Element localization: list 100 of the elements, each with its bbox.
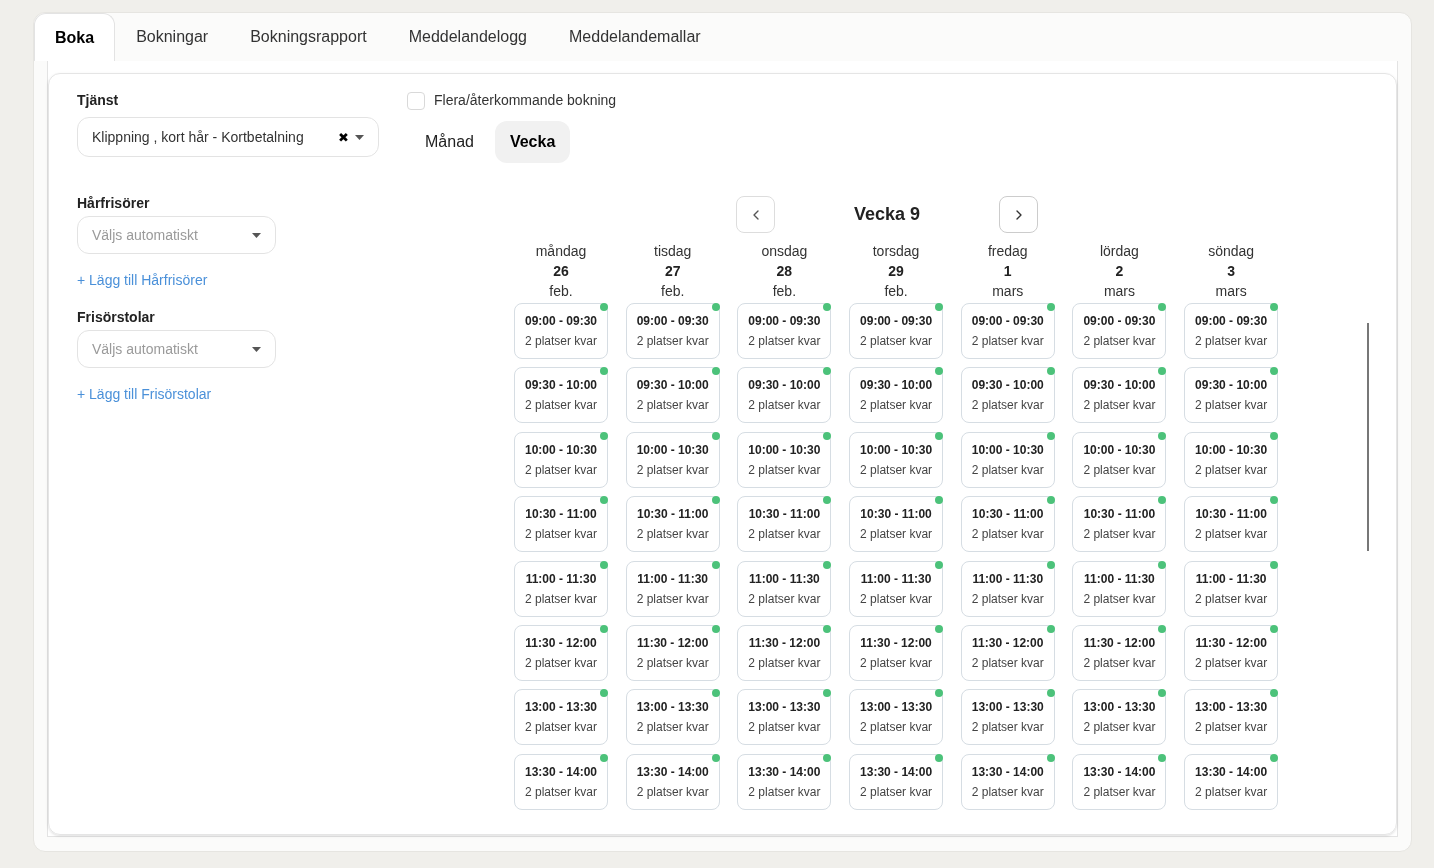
time-slot[interactable]: 09:00 - 09:30 2 platser kvar (960, 303, 1055, 359)
slot-time: 11:00 - 11:30 (749, 570, 820, 588)
slot-time: 09:00 - 09:30 (860, 313, 933, 330)
next-week-button[interactable] (999, 196, 1038, 233)
time-slot[interactable]: 13:30 - 14:00 2 platser kvar (737, 753, 832, 810)
select-value: Klippning , kort hår - Kortbetalning (92, 127, 305, 147)
time-slot[interactable]: 09:30 - 10:00 2 platser kvar (849, 367, 944, 424)
time-slot[interactable]: 09:00 - 09:30 2 platser kvar (514, 303, 608, 359)
time-slot[interactable]: 09:30 - 10:00 2 platser kvar (960, 367, 1055, 424)
slot-availability: 2 platser kvar (748, 719, 821, 737)
time-slot[interactable]: 11:00 - 11:30 2 platser kvar (849, 560, 944, 617)
weekday-label: måndag (535, 242, 587, 261)
time-slot[interactable]: 10:30 - 11:00 2 platser kvar (1072, 496, 1167, 553)
time-slot[interactable]: 13:00 - 13:30 2 platser kvar (737, 689, 832, 746)
slot-availability: 2 platser kvar (860, 590, 933, 608)
time-slot[interactable]: 13:30 - 14:00 2 platser kvar (960, 753, 1055, 810)
weekday-label: torsdag (872, 242, 920, 261)
time-slot[interactable]: 11:00 - 11:30 2 platser kvar (960, 560, 1055, 617)
time-slot[interactable]: 10:30 - 11:00 2 platser kvar (625, 496, 720, 553)
time-slot[interactable]: 11:30 - 12:00 2 platser kvar (1072, 624, 1167, 681)
time-slot[interactable]: 09:00 - 09:30 2 platser kvar (737, 303, 832, 359)
checkbox-label: Flera/återkommande bokning (434, 91, 617, 110)
tab[interactable]: Bokningsrapport (229, 13, 388, 61)
time-slot[interactable]: 10:30 - 11:00 2 platser kvar (737, 496, 832, 553)
time-slot[interactable]: 10:00 - 10:30 2 platser kvar (514, 431, 608, 488)
time-slot[interactable]: 09:00 - 09:30 2 platser kvar (625, 303, 720, 359)
slot-availability: 2 platser kvar (860, 461, 933, 479)
time-slot[interactable]: 11:30 - 12:00 2 platser kvar (514, 624, 608, 681)
slot-time: 13:00 - 13:30 (1195, 699, 1268, 717)
month-label: feb. (661, 282, 685, 301)
time-slot[interactable]: 10:30 - 11:00 2 platser kvar (960, 496, 1055, 553)
slot-time: 13:00 - 13:30 (636, 699, 709, 717)
tab[interactable]: Boka (34, 13, 116, 61)
time-slot[interactable]: 10:30 - 11:00 2 platser kvar (1184, 496, 1279, 553)
slot-time: 09:30 - 10:00 (636, 377, 709, 395)
month-label: mars (992, 282, 1024, 301)
service-select[interactable]: Klippning , kort hår - Kortbetalning ✖ (77, 117, 379, 157)
tab[interactable]: Bokningar (115, 13, 230, 61)
time-slot[interactable]: 13:00 - 13:30 2 platser kvar (849, 689, 944, 746)
time-slot[interactable]: 13:30 - 14:00 2 platser kvar (1184, 753, 1279, 810)
slot-availability: 2 platser kvar (636, 526, 709, 544)
slot-availability: 2 platser kvar (1195, 461, 1268, 479)
time-slot[interactable]: 09:30 - 10:00 2 platser kvar (514, 367, 608, 424)
slot-time: 11:00 - 11:30 (637, 570, 709, 588)
time-slot[interactable]: 11:30 - 12:00 2 platser kvar (960, 624, 1055, 681)
slot-availability: 2 platser kvar (971, 333, 1044, 350)
time-slot[interactable]: 13:00 - 13:30 2 platser kvar (1072, 689, 1167, 746)
time-slot[interactable]: 13:00 - 13:30 2 platser kvar (625, 689, 720, 746)
time-slot[interactable]: 10:00 - 10:30 2 platser kvar (849, 431, 944, 488)
time-slot[interactable]: 13:00 - 13:30 2 platser kvar (514, 689, 608, 746)
time-slot[interactable]: 10:00 - 10:30 2 platser kvar (1072, 431, 1167, 488)
slot-availability: 2 platser kvar (860, 333, 933, 350)
slot-availability: 2 platser kvar (971, 783, 1044, 801)
slot-availability: 2 platser kvar (1195, 654, 1268, 672)
view-toggle[interactable]: Vecka (494, 121, 571, 163)
checkbox[interactable] (407, 91, 425, 110)
time-slot[interactable]: 11:00 - 11:30 2 platser kvar (1072, 560, 1167, 617)
view-toggle[interactable]: Månad (410, 121, 489, 163)
slot-time: 09:30 - 10:00 (971, 377, 1044, 395)
time-slot[interactable]: 11:00 - 11:30 2 platser kvar (737, 560, 832, 617)
time-slot[interactable]: 10:30 - 11:00 2 platser kvar (514, 496, 608, 553)
time-slot[interactable]: 11:00 - 11:30 2 platser kvar (514, 560, 608, 617)
weekday-label: tisdag (654, 242, 692, 261)
slot-time: 10:00 - 10:30 (748, 441, 821, 459)
time-slot[interactable]: 11:30 - 12:00 2 platser kvar (849, 624, 944, 681)
time-slot[interactable]: 09:30 - 10:00 2 platser kvar (625, 367, 720, 424)
time-slot[interactable]: 13:30 - 14:00 2 platser kvar (1072, 753, 1167, 810)
tab[interactable]: Meddelandemallar (548, 13, 722, 61)
time-slot[interactable]: 09:30 - 10:00 2 platser kvar (1072, 367, 1167, 424)
slot-time: 09:00 - 09:30 (748, 313, 821, 330)
time-slot[interactable]: 09:00 - 09:30 2 platser kvar (1184, 303, 1279, 359)
slot-time: 11:30 - 12:00 (525, 634, 597, 652)
slot-time: 10:00 - 10:30 (971, 441, 1044, 459)
time-slot[interactable]: 11:00 - 11:30 2 platser kvar (1184, 560, 1279, 617)
slot-time: 11:30 - 12:00 (637, 634, 709, 652)
time-slot[interactable]: 10:00 - 10:30 2 platser kvar (960, 431, 1055, 488)
time-slot[interactable]: 11:30 - 12:00 2 platser kvar (625, 624, 720, 681)
time-slot[interactable]: 13:00 - 13:30 2 platser kvar (960, 689, 1055, 746)
slot-time: 13:30 - 14:00 (1083, 763, 1156, 781)
time-slot[interactable]: 13:30 - 14:00 2 platser kvar (625, 753, 720, 810)
time-slot[interactable]: 09:00 - 09:30 2 platser kvar (849, 303, 944, 359)
time-slot[interactable]: 10:00 - 10:30 2 platser kvar (625, 431, 720, 488)
time-slot[interactable]: 10:00 - 10:30 2 platser kvar (1184, 431, 1279, 488)
time-slot[interactable]: 13:30 - 14:00 2 platser kvar (514, 753, 608, 810)
slot-time: 10:00 - 10:30 (860, 441, 933, 459)
time-slot[interactable]: 13:30 - 14:00 2 platser kvar (849, 753, 944, 810)
previous-week-button[interactable] (736, 196, 775, 233)
time-slot[interactable]: 09:30 - 10:00 2 platser kvar (1184, 367, 1279, 424)
time-slot[interactable]: 10:00 - 10:30 2 platser kvar (737, 431, 832, 488)
month-label: mars (1103, 282, 1135, 301)
slot-availability: 2 platser kvar (748, 397, 821, 415)
time-slot[interactable]: 11:30 - 12:00 2 platser kvar (1184, 624, 1279, 681)
time-slot[interactable]: 11:00 - 11:30 2 platser kvar (625, 560, 720, 617)
time-slot[interactable]: 11:30 - 12:00 2 platser kvar (737, 624, 832, 681)
slot-availability: 2 platser kvar (525, 719, 597, 737)
time-slot[interactable]: 09:00 - 09:30 2 platser kvar (1072, 303, 1167, 359)
time-slot[interactable]: 09:30 - 10:00 2 platser kvar (737, 367, 832, 424)
tab[interactable]: Meddelandelogg (387, 13, 548, 61)
time-slot[interactable]: 10:30 - 11:00 2 platser kvar (849, 496, 944, 553)
time-slot[interactable]: 13:00 - 13:30 2 platser kvar (1184, 689, 1279, 746)
